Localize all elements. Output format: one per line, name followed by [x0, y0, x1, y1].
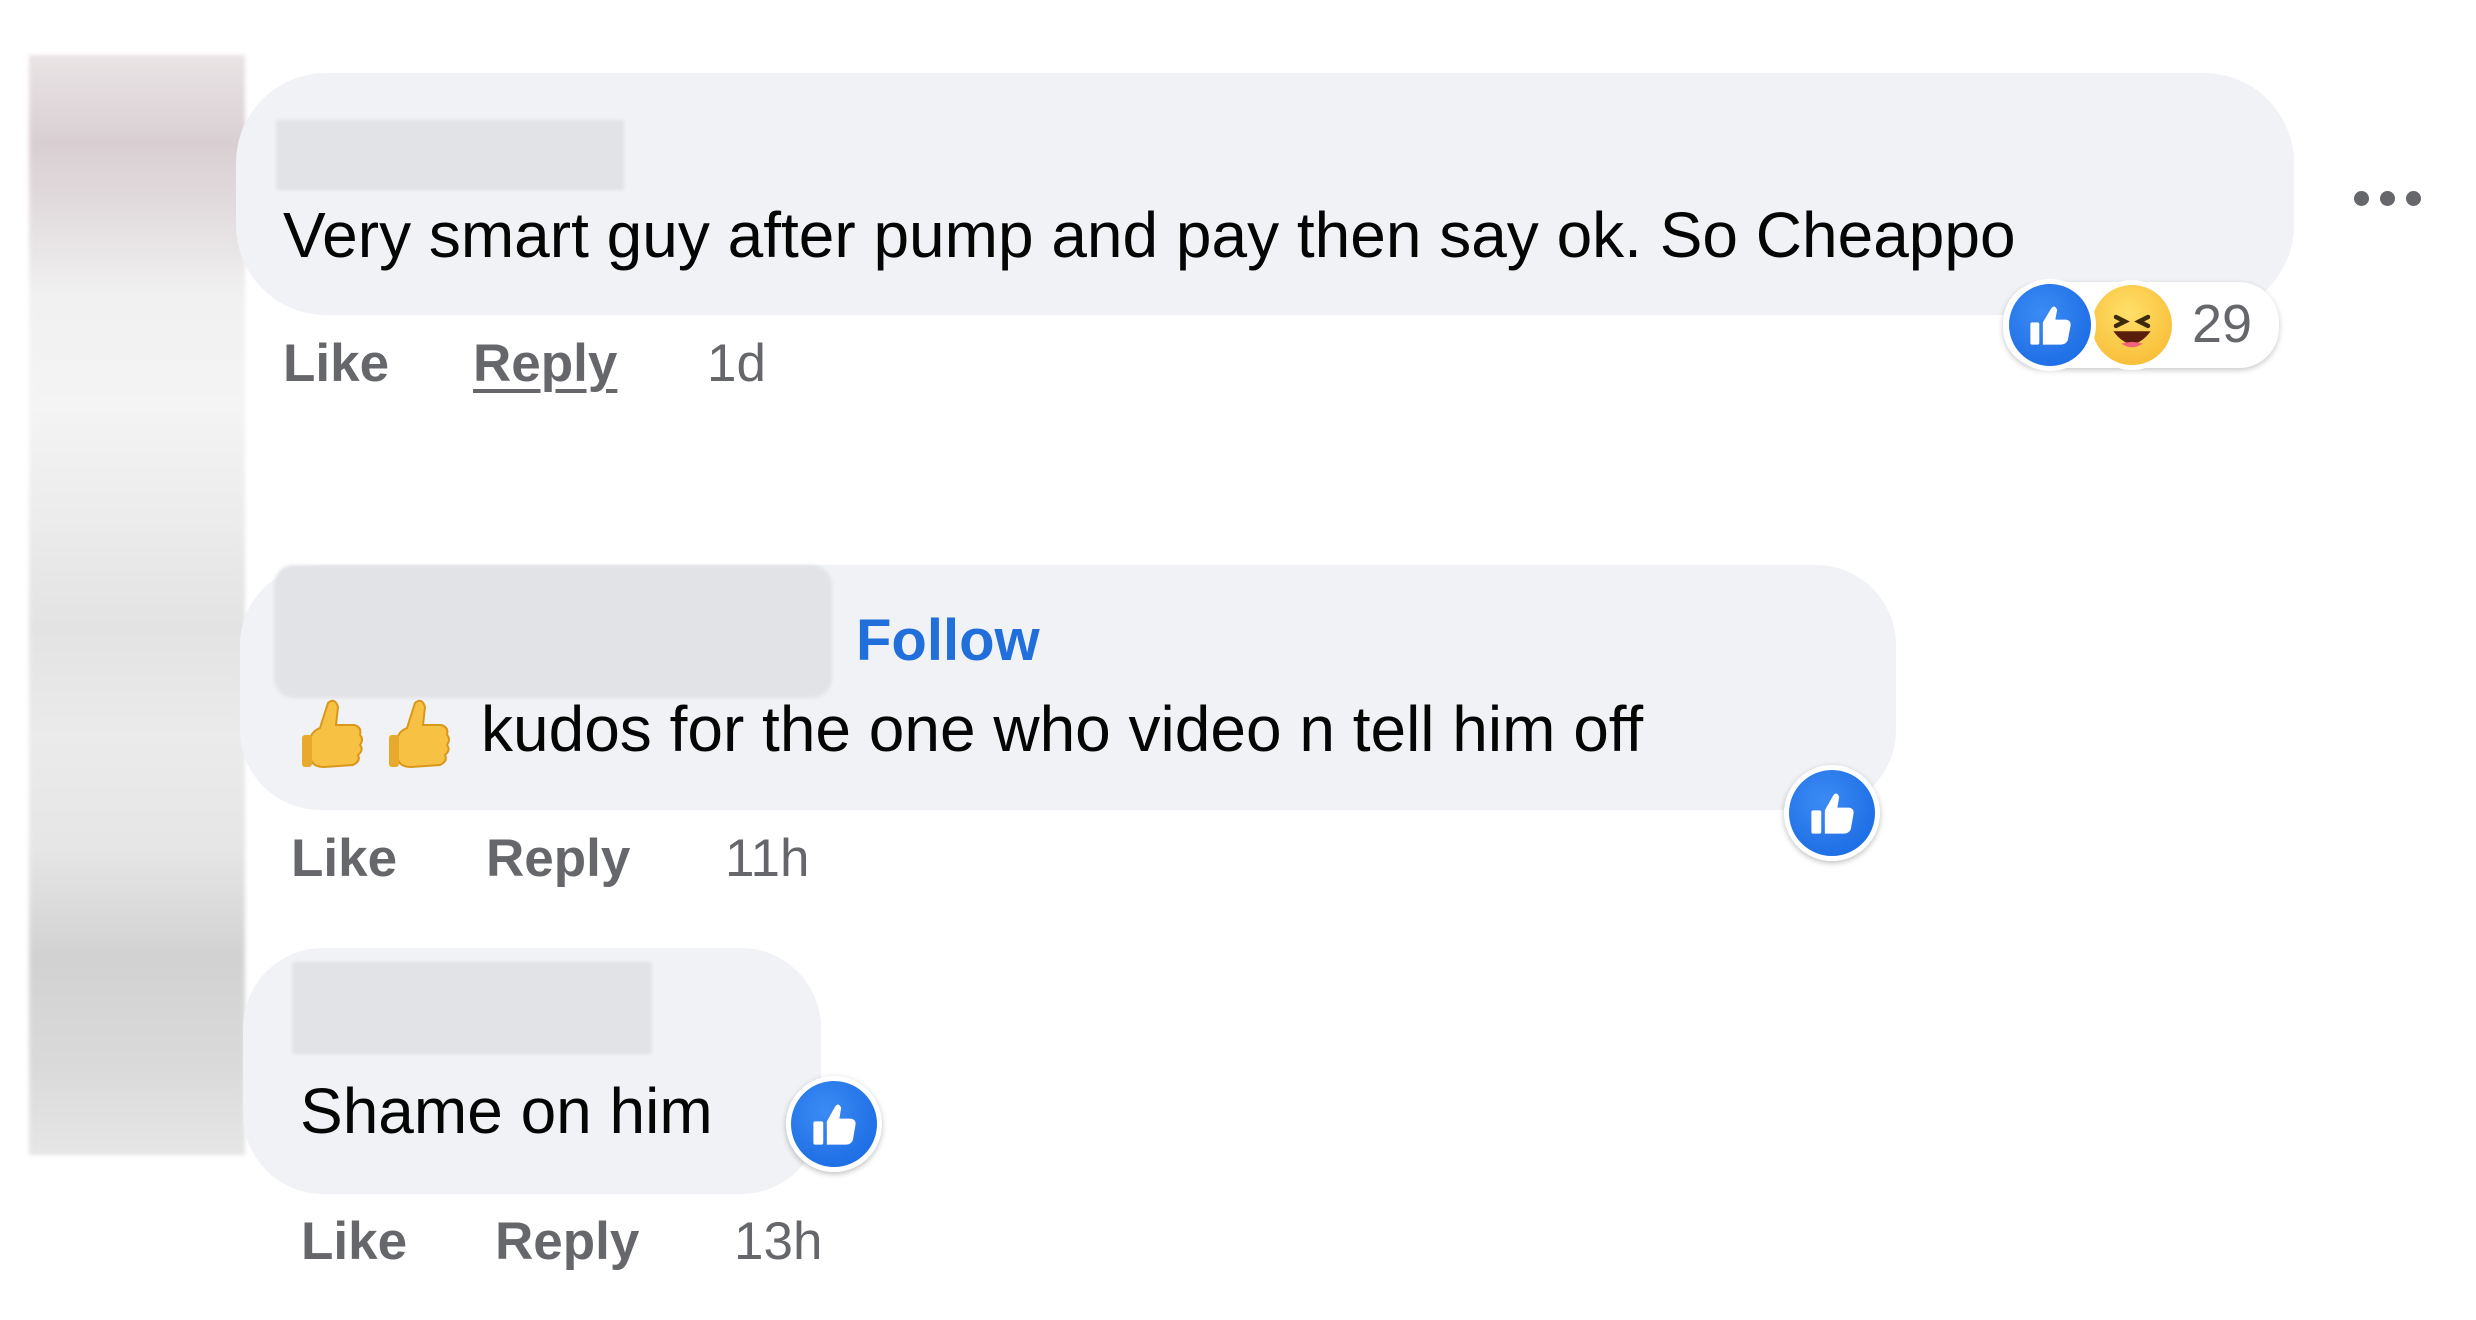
comment-bubble-1 [236, 73, 2294, 315]
comment-actions-2: Like Reply 11h [291, 832, 891, 892]
thumbs-up-emoji [385, 695, 455, 775]
comment-actions-3: Like Reply 13h [301, 1215, 901, 1275]
reply-button[interactable]: Reply [473, 337, 617, 390]
haha-icon [2087, 280, 2177, 370]
follow-button[interactable]: Follow [856, 612, 1040, 670]
comment-text-1: Very smart guy after pump and pay then s… [283, 199, 2016, 271]
reply-button[interactable]: Reply [495, 1215, 639, 1268]
comment-text-3: Shame on him [300, 1075, 713, 1147]
commenter-name-redacted-2[interactable] [274, 565, 832, 698]
like-button[interactable]: Like [301, 1215, 407, 1268]
thumbs-up-emoji [298, 695, 368, 775]
comment-timestamp[interactable]: 13h [734, 1215, 822, 1268]
like-button[interactable]: Like [291, 832, 397, 885]
like-icon[interactable] [1784, 765, 1880, 861]
commenter-name-redacted-3[interactable] [292, 962, 652, 1054]
avatar-column-blurred [29, 55, 245, 1155]
like-icon [2004, 279, 2096, 371]
commenter-name-redacted-1[interactable] [276, 120, 624, 190]
comment-text-2: kudos for the one who video n tell him o… [481, 693, 1644, 765]
reaction-count-1: 29 [2192, 294, 2253, 354]
comment-actions-1: Like Reply 1d [283, 337, 883, 397]
like-button[interactable]: Like [283, 337, 389, 390]
comment-timestamp[interactable]: 1d [707, 337, 766, 390]
comment-timestamp[interactable]: 11h [725, 832, 810, 885]
reply-button[interactable]: Reply [486, 832, 630, 885]
more-horizontal-icon[interactable] [2354, 188, 2424, 210]
like-icon[interactable] [786, 1076, 882, 1172]
